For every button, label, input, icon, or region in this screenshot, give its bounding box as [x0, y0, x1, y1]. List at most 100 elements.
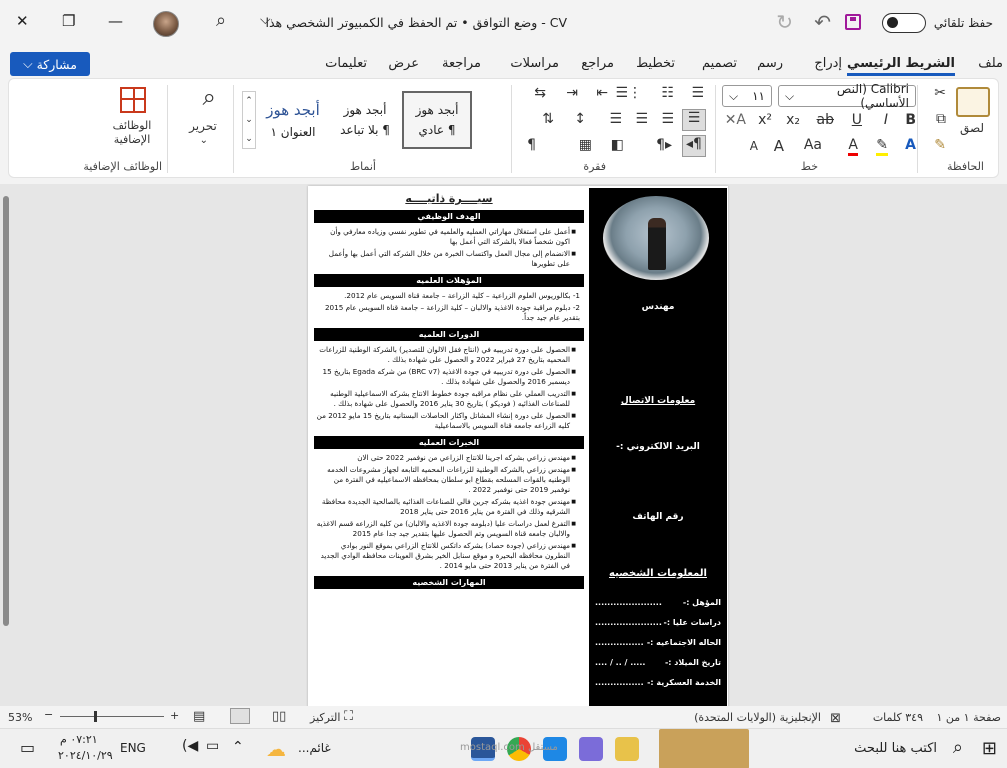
align-right-icon[interactable]: ☰: [682, 109, 706, 131]
increase-indent-icon[interactable]: ⇥: [566, 85, 578, 101]
title-chevron-down-icon[interactable]: ⌵: [260, 12, 271, 28]
file-explorer-icon[interactable]: [615, 737, 639, 761]
grow-font-icon[interactable]: A: [774, 137, 784, 155]
tab-mailings[interactable]: مراسلات: [510, 56, 559, 71]
word-count[interactable]: ٣٤٩ كلمات: [873, 711, 923, 724]
tab-home[interactable]: الشريط الرئيسي: [847, 56, 955, 76]
tab-view[interactable]: عرض: [388, 56, 419, 71]
page-count[interactable]: صفحة ١ من ١: [936, 711, 1001, 724]
weather-icon[interactable]: ☁: [266, 737, 286, 761]
align-left-icon[interactable]: ☰: [635, 111, 648, 127]
autosave[interactable]: حفظ تلقائي: [881, 13, 993, 33]
taskbar-search-input[interactable]: اكتب هنا للبحث: [854, 741, 937, 756]
bold-button[interactable]: B: [905, 112, 916, 128]
shading-icon[interactable]: ◧: [611, 137, 624, 153]
undo-icon[interactable]: ↶: [814, 10, 831, 34]
tab-layout[interactable]: تخطيط: [636, 56, 675, 71]
zoom-level[interactable]: 53%: [8, 711, 32, 724]
clock-date[interactable]: ٢٠٢٤/١٠/٢٩: [58, 749, 113, 762]
windows-start-icon[interactable]: ⊞: [982, 738, 997, 759]
tab-insert[interactable]: إدراج: [814, 56, 842, 71]
print-layout-icon[interactable]: [230, 708, 250, 724]
justify-icon[interactable]: ☰: [609, 111, 622, 127]
restore-button[interactable]: ❐: [62, 12, 75, 30]
zoom-slider-thumb[interactable]: [94, 711, 97, 722]
save-icon[interactable]: [845, 14, 861, 30]
subscript-button[interactable]: x₂: [786, 112, 800, 128]
search-icon[interactable]: ⌕: [216, 10, 226, 31]
tab-file[interactable]: ملف: [978, 56, 1003, 71]
font-size-select[interactable]: ١١ ⌵: [722, 85, 772, 107]
store-icon[interactable]: [579, 737, 603, 761]
copy-icon[interactable]: ⧉: [936, 111, 946, 127]
rtl-button[interactable]: ¶◂: [682, 135, 706, 157]
weather-text[interactable]: غائم...: [298, 741, 331, 755]
addins-button[interactable]: الوظائف الإضافية: [102, 119, 162, 147]
document-area[interactable]: مهندس معلومات الاتصال البريد الالكتروني …: [0, 184, 1007, 706]
clear-format-icon[interactable]: A✕: [725, 112, 746, 128]
styles-scroll[interactable]: ⌃ ⌄ ⌄: [242, 91, 256, 149]
autosave-toggle[interactable]: [881, 13, 926, 33]
format-painter-icon[interactable]: ✎: [934, 137, 946, 153]
decrease-indent-icon[interactable]: ⇤: [596, 85, 608, 101]
tab-help[interactable]: تعليمات: [325, 56, 367, 71]
language-indicator[interactable]: ENG: [120, 741, 146, 755]
addins-icon[interactable]: [120, 87, 146, 113]
text-direction-icon[interactable]: ⇆: [534, 85, 546, 101]
find-icon[interactable]: ⌕: [203, 83, 216, 111]
share-button[interactable]: مشاركة ⌵: [10, 52, 90, 76]
style-normal[interactable]: أبجد هوز ¶ عادي: [402, 91, 472, 149]
network-icon[interactable]: ▭: [206, 738, 219, 754]
read-mode-icon[interactable]: ▯▯: [272, 709, 286, 724]
tab-review[interactable]: مراجعة: [442, 56, 481, 71]
notification-icon[interactable]: ▭: [20, 738, 35, 757]
taskbar-search-icon[interactable]: ⌕: [953, 737, 963, 758]
vertical-scrollbar[interactable]: [2, 196, 10, 704]
font-name-select[interactable]: Calibri (النص الأساسي) ⌵: [778, 82, 916, 110]
shrink-font-icon[interactable]: A: [750, 139, 758, 153]
ltr-button[interactable]: ▸¶: [656, 137, 672, 153]
cut-icon[interactable]: ✂: [934, 85, 946, 101]
tab-design[interactable]: تصميم: [702, 56, 737, 71]
line-spacing-icon[interactable]: ↕: [574, 111, 586, 127]
strikethrough-button[interactable]: ab: [817, 112, 834, 128]
zoom-slider[interactable]: [60, 716, 164, 717]
editing-button[interactable]: تحرير: [180, 119, 226, 133]
document-page[interactable]: مهندس معلومات الاتصال البريد الالكتروني …: [308, 186, 728, 706]
style-no-spacing[interactable]: أبجد هوز ¶ بلا تباعد: [330, 91, 400, 149]
scrollbar-thumb[interactable]: [3, 196, 9, 626]
minimize-button[interactable]: —: [108, 12, 123, 30]
zoom-in-button[interactable]: +: [170, 709, 179, 722]
sort-icon[interactable]: ⇅: [542, 111, 554, 127]
focus-icon[interactable]: ⛶: [344, 709, 353, 724]
clock-time[interactable]: ٠٧:٢١ م: [60, 733, 98, 746]
numbering-icon[interactable]: ☷: [661, 85, 674, 101]
web-layout-icon[interactable]: ▤: [193, 709, 205, 724]
tab-references[interactable]: مراجع: [581, 56, 614, 71]
font-color-icon[interactable]: A: [848, 137, 858, 156]
redo-icon[interactable]: ↻: [776, 10, 793, 34]
italic-button[interactable]: I: [884, 112, 888, 128]
language-status[interactable]: الإنجليزية (الولايات المتحدة): [694, 711, 821, 724]
borders-icon[interactable]: ▦: [579, 137, 592, 153]
style-heading-1[interactable]: أبجد هوز العنوان ١: [258, 91, 328, 149]
accessibility-icon[interactable]: ⊠: [830, 711, 841, 726]
focus-button[interactable]: التركيز: [310, 711, 340, 724]
paste-button[interactable]: لصق: [952, 121, 992, 135]
highlight-icon[interactable]: ✎: [876, 137, 888, 156]
volume-icon[interactable]: ◀): [182, 738, 198, 754]
close-button[interactable]: ✕: [16, 12, 29, 30]
show-marks-icon[interactable]: ¶: [527, 137, 536, 153]
tab-draw[interactable]: رسم: [757, 56, 783, 71]
text-effects-icon[interactable]: A: [905, 137, 916, 153]
zoom-out-button[interactable]: −: [44, 708, 53, 721]
bullets-icon[interactable]: ☰: [691, 85, 704, 101]
align-center-icon[interactable]: ☰: [661, 111, 674, 127]
change-case-icon[interactable]: Aa: [804, 137, 822, 153]
multilevel-list-icon[interactable]: ⋮☰: [615, 85, 642, 101]
avatar[interactable]: [153, 11, 179, 37]
paste-icon[interactable]: [956, 87, 990, 117]
underline-button[interactable]: U: [852, 112, 862, 128]
chevron-up-icon[interactable]: ⌃: [232, 739, 244, 755]
superscript-button[interactable]: x²: [758, 112, 772, 128]
